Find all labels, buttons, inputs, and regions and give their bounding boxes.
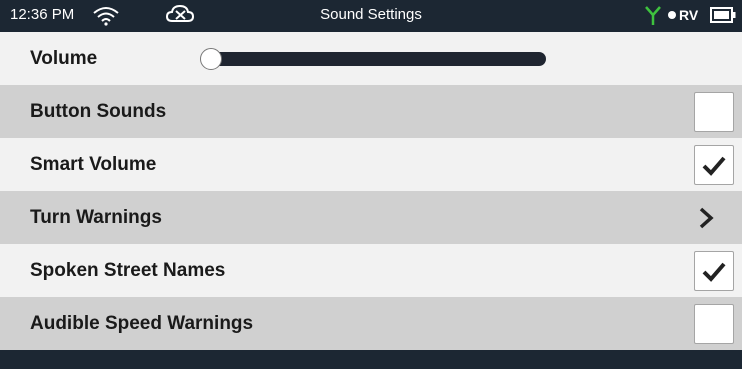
battery-icon bbox=[710, 7, 736, 23]
spoken-street-names-checkbox[interactable] bbox=[694, 250, 734, 291]
status-bar: 12:36 PM Sound Settings RV bbox=[0, 0, 742, 32]
smart-volume-row[interactable]: Smart Volume bbox=[0, 138, 742, 191]
mode-indicator: RV bbox=[668, 7, 698, 23]
checkmark-icon bbox=[702, 262, 726, 282]
volume-row: Volume bbox=[0, 32, 742, 85]
audible-speed-warnings-row[interactable]: Audible Speed Warnings bbox=[0, 297, 742, 350]
button-sounds-label: Button Sounds bbox=[30, 100, 167, 122]
volume-slider-track[interactable] bbox=[208, 51, 546, 66]
settings-list: Volume Button Sounds Smart Volume Turn W… bbox=[0, 32, 742, 350]
smart-volume-label: Smart Volume bbox=[30, 153, 157, 175]
turn-warnings-label: Turn Warnings bbox=[30, 206, 162, 228]
sound-settings-screen: 12:36 PM Sound Settings RV Volume Button… bbox=[0, 0, 742, 369]
chevron-right-icon[interactable] bbox=[698, 206, 714, 230]
checkmark-icon bbox=[702, 156, 726, 176]
turn-warnings-row[interactable]: Turn Warnings bbox=[0, 191, 742, 244]
antenna-signal-icon bbox=[645, 6, 661, 25]
mode-text: RV bbox=[679, 7, 699, 23]
audible-speed-warnings-checkbox[interactable] bbox=[694, 303, 734, 344]
volume-slider-thumb[interactable] bbox=[200, 47, 222, 70]
button-sounds-checkbox[interactable] bbox=[694, 91, 734, 132]
volume-slider[interactable] bbox=[200, 47, 546, 70]
status-title: Sound Settings bbox=[320, 6, 422, 23]
spoken-street-names-label: Spoken Street Names bbox=[30, 259, 226, 281]
spoken-street-names-row[interactable]: Spoken Street Names bbox=[0, 244, 742, 297]
audible-speed-warnings-label: Audible Speed Warnings bbox=[30, 312, 254, 334]
button-sounds-row[interactable]: Button Sounds bbox=[0, 85, 742, 138]
volume-label: Volume bbox=[30, 47, 98, 69]
smart-volume-checkbox[interactable] bbox=[694, 144, 734, 185]
